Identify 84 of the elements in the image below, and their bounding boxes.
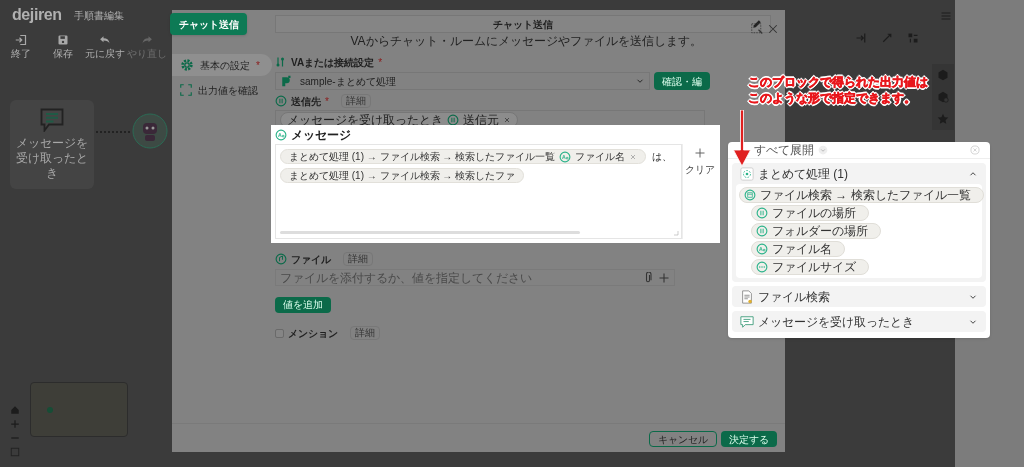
required-mark: * [256, 58, 260, 73]
close-icon[interactable] [767, 23, 779, 35]
app-logo-icon [280, 75, 292, 87]
save-icon [57, 33, 69, 46]
list-type-icon [744, 189, 756, 201]
select-icon[interactable] [751, 23, 763, 35]
exit-icon [15, 33, 27, 46]
nav-item[interactable]: 基本の設定 * [172, 54, 272, 76]
text-type-icon [275, 129, 287, 141]
path-type-icon [756, 225, 768, 237]
field-label: メンション [288, 326, 338, 341]
toolbar-button[interactable]: 元に戻す [84, 30, 126, 62]
resize-handle-icon[interactable] [671, 228, 679, 236]
detail-tag[interactable]: 詳細 [343, 252, 373, 266]
connection-icon [275, 56, 287, 68]
zoom-in-icon[interactable] [10, 419, 20, 429]
file-type-icon [275, 253, 287, 265]
path-type-icon [275, 95, 287, 107]
robot-icon[interactable] [132, 113, 168, 149]
cube-plus-icon[interactable] [937, 91, 949, 103]
cube-icon[interactable] [937, 69, 949, 81]
add-value-button[interactable]: 値を追加 [275, 296, 331, 313]
chevron-down-icon [818, 145, 828, 155]
detail-tag[interactable]: 詳細 [340, 94, 371, 108]
confirm-edit-button[interactable]: 確認・編 [654, 72, 710, 90]
remove-icon[interactable] [629, 152, 638, 161]
group-header[interactable]: ファイル検索 [732, 286, 986, 307]
cancel-button[interactable]: キャンセル [649, 431, 717, 447]
detail-tag[interactable]: 詳細 [350, 326, 380, 340]
text-type-icon [756, 243, 768, 255]
output-item[interactable]: ファイル名 [751, 241, 845, 257]
group-header[interactable]: まとめて処理 (1) [732, 163, 986, 184]
ok-button[interactable]: 決定する [721, 431, 777, 447]
toolbar-button[interactable]: 終了 [0, 30, 42, 62]
chat-bubble-icon [38, 108, 66, 132]
page-title: 手順書編集 [73, 8, 124, 23]
output-item[interactable]: ファイルの場所 [751, 205, 869, 221]
remove-icon[interactable] [503, 115, 511, 124]
home-icon[interactable] [10, 405, 20, 415]
path-type-icon [447, 113, 459, 126]
text-type-icon [559, 150, 572, 163]
field-label: メッセージ [291, 127, 351, 144]
chat-bubble-icon [740, 314, 754, 329]
annotation-text: このような形で指定できます。 [748, 90, 917, 106]
output-item[interactable]: フォルダーの場所 [751, 223, 881, 239]
connection-select[interactable]: sample-まとめて処理 [275, 72, 650, 90]
output-item[interactable]: ファイルサイズ [751, 259, 869, 275]
path-type-icon [756, 207, 768, 219]
frame-icon [180, 84, 192, 96]
trigger-node[interactable]: メッセージを受け取ったとき [10, 100, 94, 189]
nav-item[interactable]: 出力値を確認 [172, 79, 272, 101]
required-mark: * [378, 55, 383, 70]
message-field[interactable]: まとめて処理 (1) → ファイル検索 → 検索したファイル一覧 ファイル名 は、 まとめて処理 (1) → ファイル検索 → 検索したファ [275, 144, 682, 239]
gear-icon [180, 58, 194, 72]
variable-chip[interactable]: まとめて処理 (1) → ファイル検索 → 検索したファイル一覧 ファイル名 [280, 149, 647, 164]
modal-description: VAからチャット・ルームにメッセージやファイルを送信します。 [350, 34, 702, 48]
annotation-text: このブロックで得られた出力値は [748, 74, 928, 90]
square-icon[interactable] [10, 447, 20, 457]
plus-icon[interactable] [693, 147, 706, 159]
number-type-icon [756, 261, 768, 273]
field-label: VAまたは接続設定 [291, 55, 375, 70]
variable-chip[interactable]: まとめて処理 (1) → ファイル検索 → 検索したファ [280, 168, 525, 183]
output-item[interactable]: ファイル検索 → 検索したファイル一覧 [739, 187, 984, 203]
grid-icon[interactable] [907, 32, 919, 44]
app-logo: dejiren [12, 5, 62, 25]
arrow-in-icon[interactable] [855, 32, 867, 44]
required-mark: * [325, 94, 329, 109]
clear-button[interactable]: クリア [684, 162, 715, 177]
modal-tab[interactable]: チャット送信 [170, 13, 247, 35]
field-label: 送信先 [291, 94, 321, 109]
document-icon [740, 289, 754, 304]
message-text: は、 [652, 150, 673, 164]
diagonal-arrow-icon[interactable] [881, 32, 893, 44]
plus-icon[interactable] [658, 271, 670, 284]
toolbar-button[interactable]: 保存 [42, 30, 84, 62]
modal-title: チャット送信 [493, 17, 553, 32]
group-header[interactable]: メッセージを受け取ったとき [732, 311, 986, 332]
field-label: ファイル [291, 252, 331, 267]
pencil-icon[interactable] [752, 19, 762, 29]
loop-icon [740, 166, 754, 181]
star-icon[interactable] [937, 113, 949, 125]
close-icon[interactable] [970, 145, 980, 155]
mention-checkbox[interactable] [275, 328, 284, 338]
expand-all-button[interactable]: すべて展開 [754, 141, 828, 159]
